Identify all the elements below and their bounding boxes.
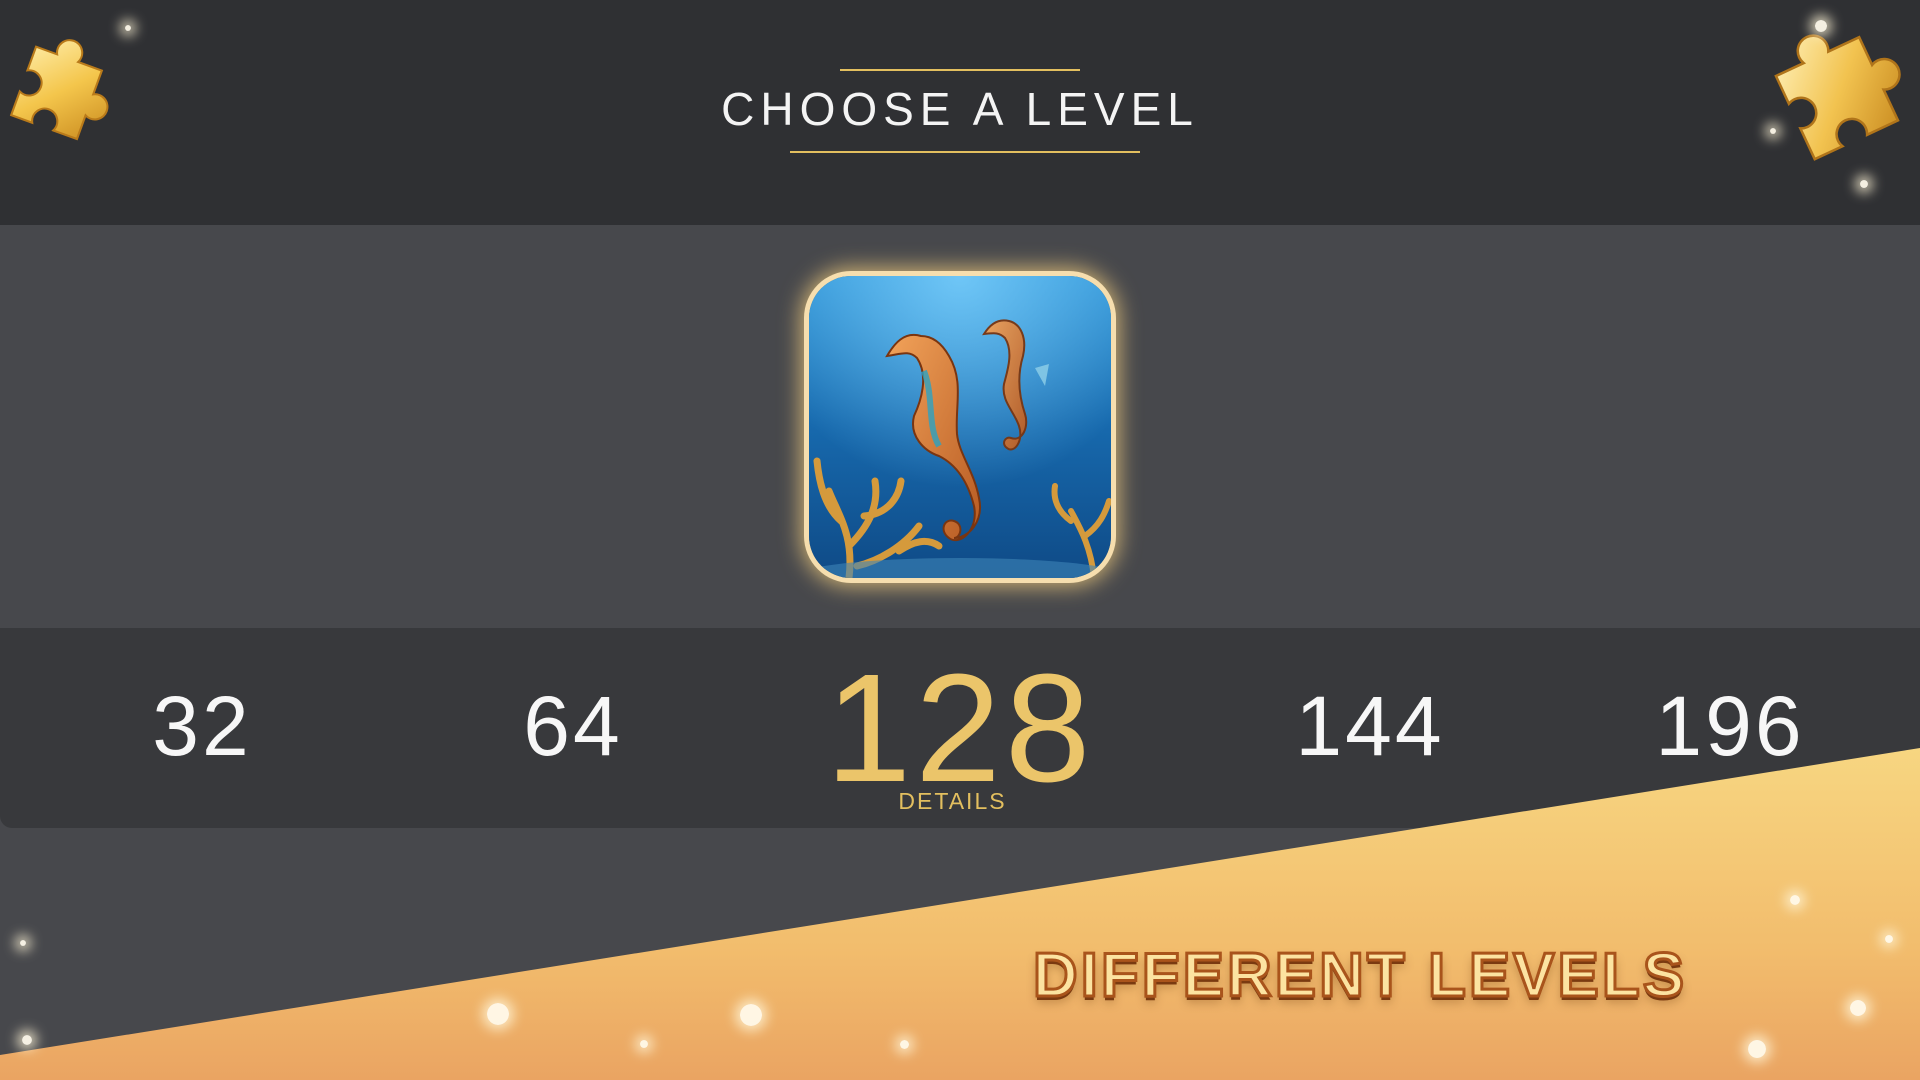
promo-headline: DIFFERENT LEVELS [1031,940,1688,1012]
title-line-bottom [790,151,1140,153]
sparkle [900,1040,909,1049]
header: CHOOSE A LEVEL [0,0,1920,225]
level-option-196[interactable]: 196 [1620,678,1840,775]
level-option-144[interactable]: 144 [1260,678,1480,775]
sparkle [1885,935,1893,943]
title-line-top [840,69,1080,71]
puzzle-piece-icon [9,39,109,141]
sparkle [20,940,26,946]
sparkle [640,1040,648,1048]
sparkle [1850,1000,1866,1016]
sparkle [125,25,131,31]
sparkle [1770,128,1776,134]
sparkle [740,1004,762,1026]
seahorse-illustration [809,276,1111,578]
puzzle-piece-icon [1774,34,1901,161]
level-option-32[interactable]: 32 [92,678,312,775]
sparkle [1790,895,1800,905]
selected-level-caption: DETAILS [898,788,1007,814]
sparkle [22,1035,32,1045]
sparkle [1860,180,1868,188]
sparkle [1815,20,1827,32]
page-title: CHOOSE A LEVEL [721,83,1199,135]
level-option-64[interactable]: 64 [463,678,683,775]
sparkle [487,1003,509,1025]
sparkle [1748,1040,1766,1058]
puzzle-preview-image[interactable] [809,276,1111,578]
